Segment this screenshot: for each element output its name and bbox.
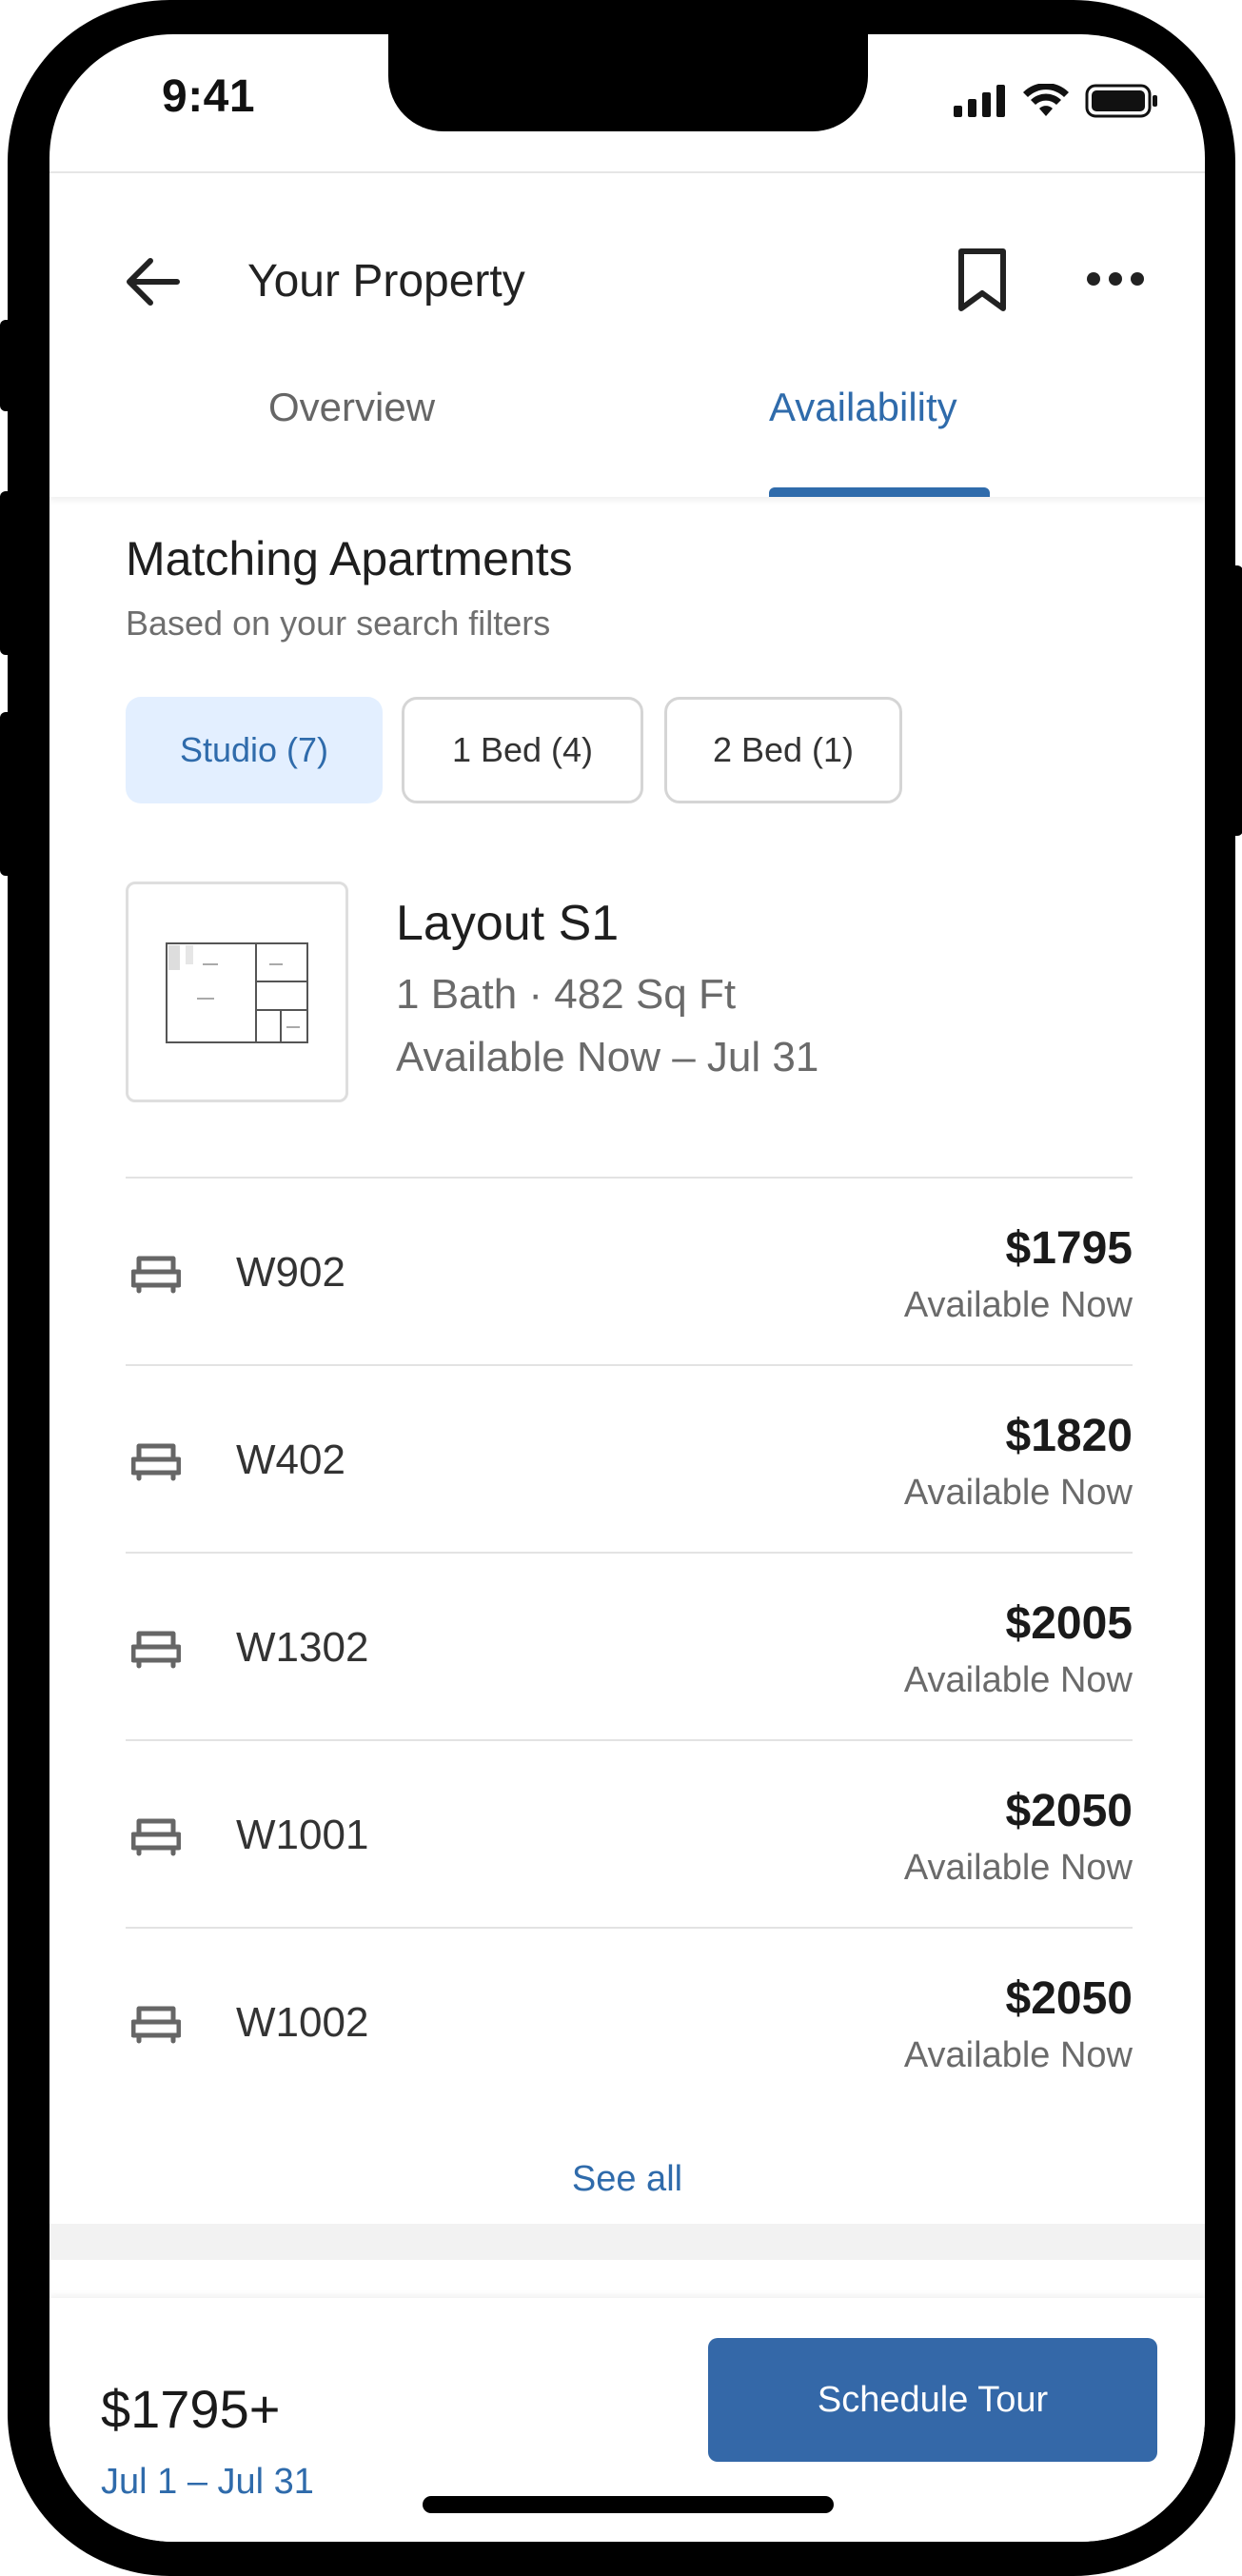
- schedule-tour-button[interactable]: Schedule Tour: [708, 2338, 1157, 2462]
- active-tab-indicator: [769, 487, 990, 497]
- date-range[interactable]: Jul 1 – Jul 31: [101, 2462, 314, 2503]
- unit-price: $1820: [1005, 1411, 1133, 1461]
- screen: 9:41 Your Property Overview Availability…: [49, 34, 1205, 2542]
- section-title: Matching Apartments: [126, 532, 573, 585]
- unit-availability: Available Now: [903, 1848, 1133, 1888]
- floorplan-thumbnail[interactable]: [126, 882, 348, 1102]
- unit-row[interactable]: W902 $1795 Available Now: [126, 1177, 1133, 1363]
- side-button-power: [1230, 565, 1242, 836]
- unit-price: $1795: [1005, 1223, 1133, 1274]
- unit-availability: Available Now: [903, 2035, 1133, 2075]
- side-button-volume-up: [0, 491, 13, 655]
- starting-price: $1795+: [101, 2379, 281, 2439]
- page-title: Your Property: [247, 256, 525, 307]
- bed-icon: [131, 1443, 181, 1481]
- arrow-left-icon: [127, 258, 180, 306]
- layout-availability: Available Now – Jul 31: [396, 1034, 819, 1080]
- bed-icon: [131, 1631, 181, 1669]
- unit-name: W1001: [236, 1812, 369, 1858]
- unit-availability: Available Now: [903, 1660, 1133, 1700]
- phone-frame: 9:41 Your Property Overview Availability…: [0, 0, 1242, 2576]
- status-time: 9:41: [162, 71, 256, 122]
- unit-name: W1002: [236, 1999, 369, 2046]
- tab-availability[interactable]: Availability: [769, 385, 957, 430]
- floorplan-icon: [166, 942, 308, 1043]
- filter-chip-1-bed[interactable]: 1 Bed (4): [402, 697, 643, 803]
- section-separator: [49, 2224, 1205, 2260]
- unit-price: $2050: [1005, 1786, 1133, 1836]
- status-icons: [954, 84, 1159, 118]
- layout-name: Layout S1: [396, 896, 620, 951]
- filter-chip-studio[interactable]: Studio (7): [126, 697, 383, 803]
- bookmark-icon: [958, 248, 1006, 311]
- bed-icon: [131, 1818, 181, 1856]
- battery-icon: [1085, 84, 1157, 118]
- side-button-volume-down: [0, 712, 13, 876]
- unit-row[interactable]: W1302 $2005 Available Now: [126, 1552, 1133, 1738]
- home-indicator: [423, 2496, 834, 2513]
- bed-icon: [131, 2006, 181, 2044]
- unit-availability: Available Now: [903, 1473, 1133, 1513]
- tab-overview[interactable]: Overview: [268, 385, 435, 430]
- section-subtitle: Based on your search filters: [126, 604, 551, 643]
- filter-chip-2-bed[interactable]: 2 Bed (1): [664, 697, 902, 803]
- unit-name: W902: [236, 1249, 345, 1296]
- bookmark-button[interactable]: [954, 246, 1011, 314]
- see-all-link[interactable]: See all: [49, 2159, 1205, 2200]
- unit-row[interactable]: W402 $1820 Available Now: [126, 1364, 1133, 1551]
- layout-spec: 1 Bath · 482 Sq Ft: [396, 971, 737, 1018]
- unit-name: W1302: [236, 1624, 369, 1671]
- unit-price: $2005: [1005, 1598, 1133, 1649]
- wifi-icon: [1023, 84, 1069, 116]
- unit-row[interactable]: W1001 $2050 Available Now: [126, 1739, 1133, 1926]
- unit-row[interactable]: W1002 $2050 Available Now: [126, 1927, 1133, 2113]
- unit-availability: Available Now: [903, 1285, 1133, 1325]
- back-button[interactable]: [122, 251, 183, 312]
- more-horizontal-icon: [1087, 272, 1144, 286]
- top-app-bar: Your Property Overview Availability: [49, 173, 1205, 497]
- signal-icon: [954, 85, 1005, 117]
- side-button-silent: [0, 320, 13, 411]
- more-button[interactable]: [1085, 265, 1146, 293]
- bed-icon: [131, 1256, 181, 1294]
- unit-price: $2050: [1005, 1973, 1133, 2024]
- notch: [388, 34, 868, 131]
- unit-name: W402: [236, 1437, 345, 1483]
